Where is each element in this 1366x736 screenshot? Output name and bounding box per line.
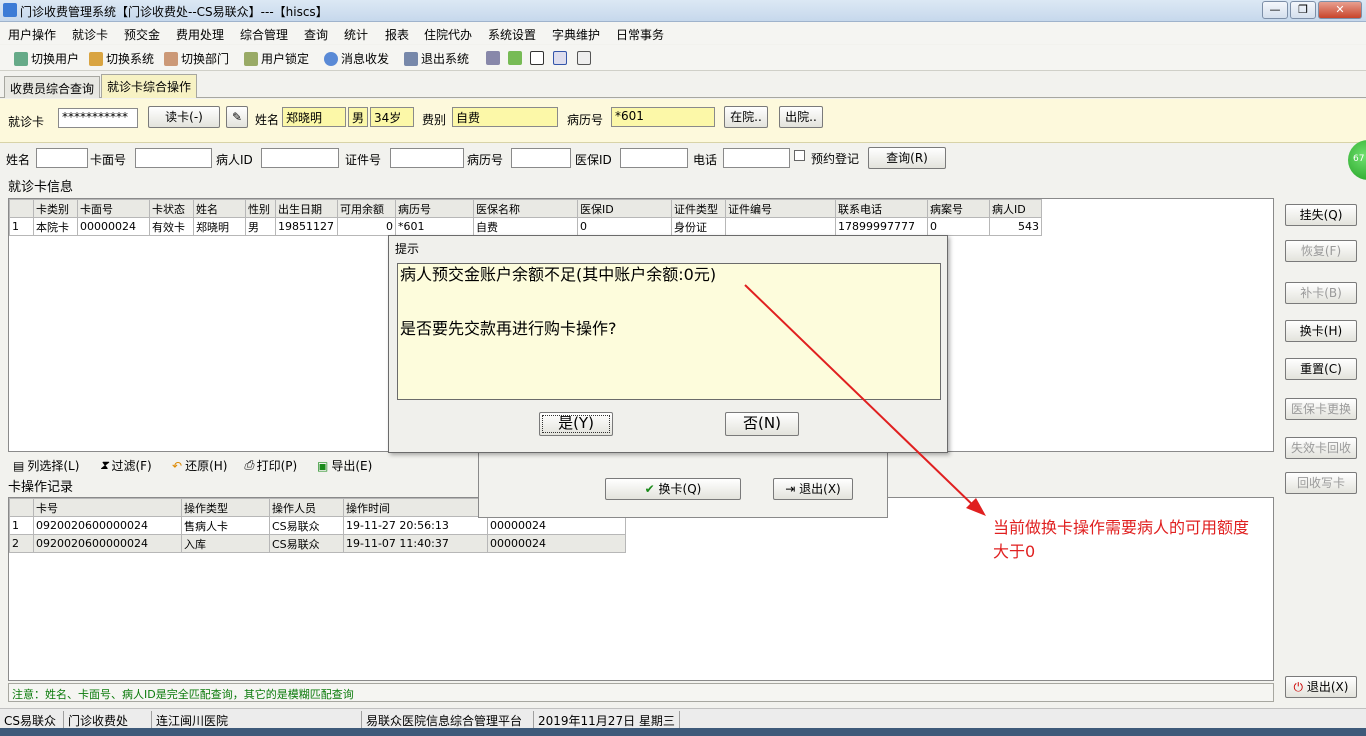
annotation-text: 当前做换卡操作需要病人的可用额度 大于0 <box>993 516 1249 564</box>
annotation-arrow <box>744 284 986 516</box>
annotation-line-2: 大于0 <box>993 542 1036 561</box>
annotation-line-1: 当前做换卡操作需要病人的可用额度 <box>993 518 1250 537</box>
